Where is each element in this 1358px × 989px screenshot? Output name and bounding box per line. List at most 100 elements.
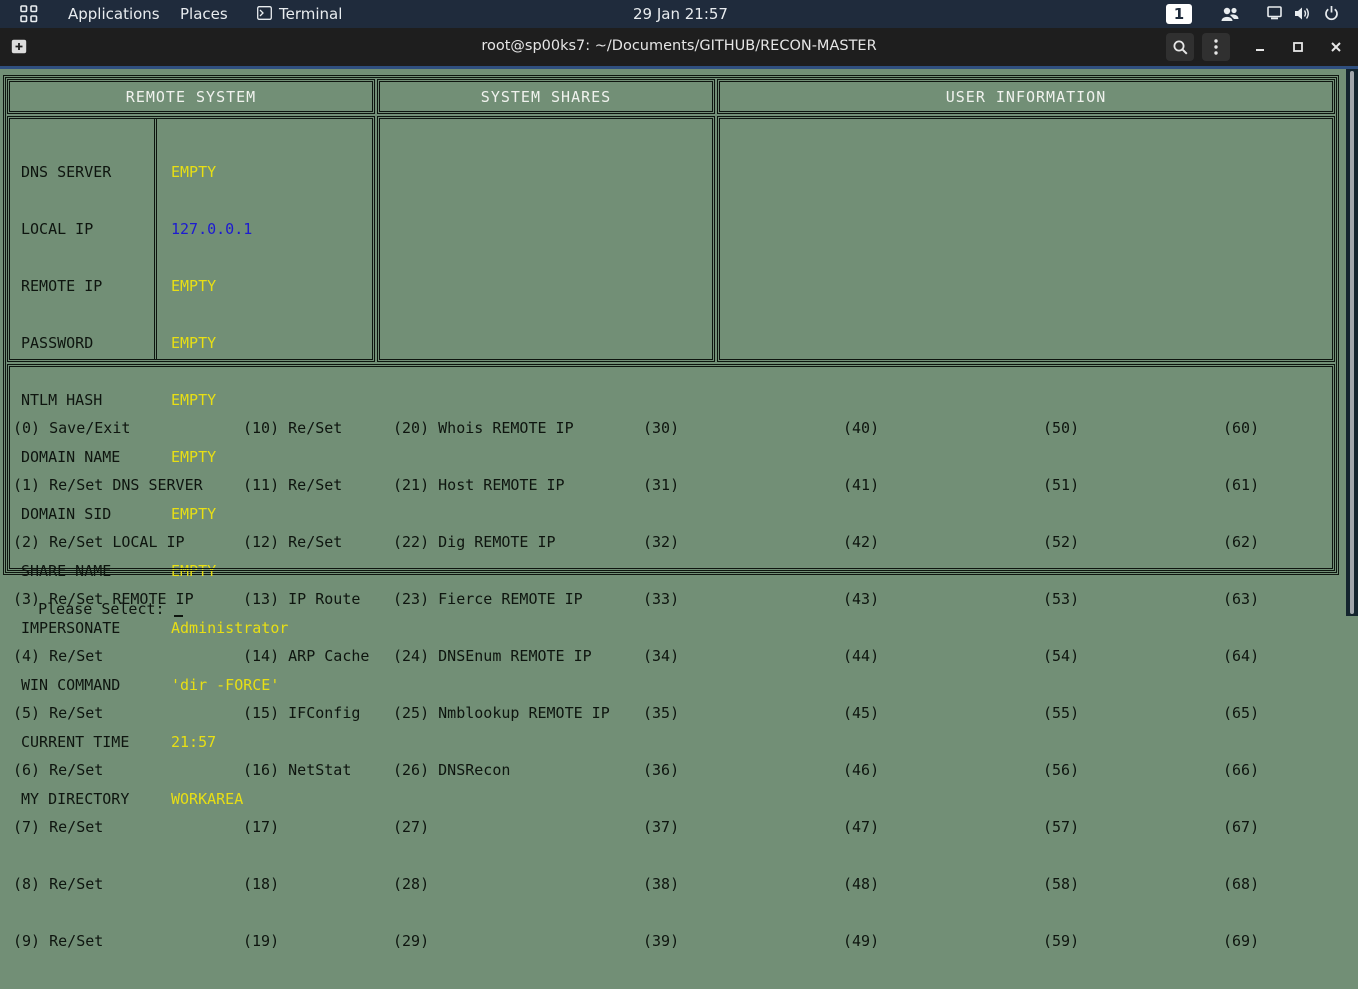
places-menu[interactable]: Places [180, 5, 228, 23]
menu-item[interactable]: (34) [643, 647, 679, 666]
menu-item[interactable]: (47) [843, 818, 879, 837]
menu-item[interactable]: (29) [393, 932, 610, 951]
menu-item[interactable]: (62) [1223, 533, 1259, 552]
menu-item[interactable]: (40) [843, 419, 879, 438]
menu-item[interactable]: (20) Whois REMOTE IP [393, 419, 610, 438]
menu-item[interactable]: (45) [843, 704, 879, 723]
menu-item[interactable]: (5) Re/Set [13, 704, 203, 723]
menu-item[interactable]: (18) [243, 875, 369, 894]
menu-item[interactable]: (63) [1223, 590, 1259, 609]
menu-item[interactable]: (49) [843, 932, 879, 951]
menu-item[interactable]: (33) [643, 590, 679, 609]
menu-item[interactable]: (2) Re/Set LOCAL IP [13, 533, 203, 552]
field-value: EMPTY [171, 277, 217, 295]
scrollbar[interactable] [1346, 69, 1358, 616]
app-grid-icon[interactable] [20, 5, 38, 23]
menu-item[interactable]: (60) [1223, 419, 1259, 438]
menu-item[interactable]: (32) [643, 533, 679, 552]
menu-item[interactable]: (64) [1223, 647, 1259, 666]
menu-item[interactable]: (68) [1223, 875, 1259, 894]
menu-item[interactable]: (31) [643, 476, 679, 495]
menu-item[interactable]: (51) [1043, 476, 1079, 495]
menu-item[interactable]: (69) [1223, 932, 1259, 951]
menu-item[interactable]: (30) [643, 419, 679, 438]
menu-item[interactable]: (11) Re/Set [243, 476, 369, 495]
field-label: REMOTE IP [21, 277, 103, 295]
system-shares-panel [377, 116, 715, 362]
menu-item[interactable]: (12) Re/Set [243, 533, 369, 552]
system-shares-header: SYSTEM SHARES [480, 88, 612, 106]
menu-item[interactable]: (22) Dig REMOTE IP [393, 533, 610, 552]
menu-item[interactable]: (58) [1043, 875, 1079, 894]
menu-item[interactable]: (57) [1043, 818, 1079, 837]
menu-item[interactable]: (38) [643, 875, 679, 894]
menu-item[interactable]: (10) Re/Set [243, 419, 369, 438]
menu-item[interactable]: (19) [243, 932, 369, 951]
menu-item[interactable]: (35) [643, 704, 679, 723]
search-icon[interactable] [1166, 33, 1194, 61]
menu-item[interactable]: (8) Re/Set [13, 875, 203, 894]
power-icon[interactable] [1324, 5, 1339, 25]
window-title-bar[interactable]: root@sp00ks7: ~/Documents/GITHUB/RECON-M… [0, 28, 1358, 66]
menu-item[interactable]: (52) [1043, 533, 1079, 552]
menu-item[interactable]: (0) Save/Exit [13, 419, 203, 438]
menu-item[interactable]: (41) [843, 476, 879, 495]
menu-item[interactable]: (43) [843, 590, 879, 609]
menu-item[interactable]: (26) DNSRecon [393, 761, 610, 780]
menu-item[interactable]: (21) Host REMOTE IP [393, 476, 610, 495]
menu-item[interactable]: (50) [1043, 419, 1079, 438]
applications-menu[interactable]: Applications [68, 5, 160, 23]
menu-item[interactable]: (25) Nmblookup REMOTE IP [393, 704, 610, 723]
menu-item[interactable]: (65) [1223, 704, 1259, 723]
field-value: EMPTY [171, 163, 217, 181]
menu-kebab-icon[interactable] [1202, 33, 1230, 61]
maximize-icon[interactable] [1284, 33, 1312, 61]
menu-item[interactable]: (24) DNSEnum REMOTE IP [393, 647, 610, 666]
menu-item[interactable]: (44) [843, 647, 879, 666]
menu-item[interactable]: (61) [1223, 476, 1259, 495]
close-icon[interactable] [1322, 33, 1350, 61]
menu-item[interactable]: (55) [1043, 704, 1079, 723]
menu-item[interactable]: (28) [393, 875, 610, 894]
menu-item[interactable]: (7) Re/Set [13, 818, 203, 837]
scrollbar-thumb[interactable] [1350, 71, 1354, 614]
terminal-icon [257, 6, 272, 20]
menu-item[interactable]: (23) Fierce REMOTE IP [393, 590, 610, 609]
field-value: 127.0.0.1 [171, 220, 253, 238]
minimize-icon[interactable] [1246, 33, 1274, 61]
menu-item[interactable]: (53) [1043, 590, 1079, 609]
menu-item[interactable]: (66) [1223, 761, 1259, 780]
people-icon[interactable] [1221, 6, 1239, 26]
clock[interactable]: 29 Jan 21:57 [633, 5, 728, 23]
menu-item[interactable]: (46) [843, 761, 879, 780]
menu-item[interactable]: (42) [843, 533, 879, 552]
menu-item[interactable]: (54) [1043, 647, 1079, 666]
menu-column-2: (20) Whois REMOTE IP (21) Host REMOTE IP… [393, 381, 610, 989]
menu-item[interactable]: (6) Re/Set [13, 761, 203, 780]
top-bar: Applications Places Terminal 29 Jan 21:5… [0, 0, 1358, 28]
menu-item[interactable]: (4) Re/Set [13, 647, 203, 666]
menu-item[interactable]: (14) ARP Cache [243, 647, 369, 666]
terminal-area[interactable]: REMOTE SYSTEM SYSTEM SHARES USER INFORMA… [0, 69, 1346, 950]
menu-item[interactable]: (15) IFConfig [243, 704, 369, 723]
menu-item[interactable]: (9) Re/Set [13, 932, 203, 951]
menu-item[interactable]: (36) [643, 761, 679, 780]
menu-item[interactable]: (59) [1043, 932, 1079, 951]
menu-item[interactable]: (16) NetStat [243, 761, 369, 780]
menu-item[interactable]: (39) [643, 932, 679, 951]
menu-item[interactable]: (67) [1223, 818, 1259, 837]
menu-item[interactable]: (17) [243, 818, 369, 837]
command-prompt[interactable]: Please Select: [2, 581, 183, 638]
menu-item[interactable]: (48) [843, 875, 879, 894]
field-label: LOCAL IP [21, 220, 94, 238]
menu-item[interactable]: (56) [1043, 761, 1079, 780]
menu-item[interactable]: (13) IP Route [243, 590, 369, 609]
workspace-indicator[interactable]: 1 [1166, 4, 1192, 24]
menu-item[interactable]: (37) [643, 818, 679, 837]
screen-icon[interactable] [1267, 6, 1282, 24]
menu-item[interactable]: (1) Re/Set DNS SERVER [13, 476, 203, 495]
terminal-menu[interactable]: Terminal [279, 5, 342, 23]
volume-icon[interactable] [1294, 6, 1310, 25]
menu-item[interactable]: (27) [393, 818, 610, 837]
remote-system-divider [154, 119, 157, 359]
